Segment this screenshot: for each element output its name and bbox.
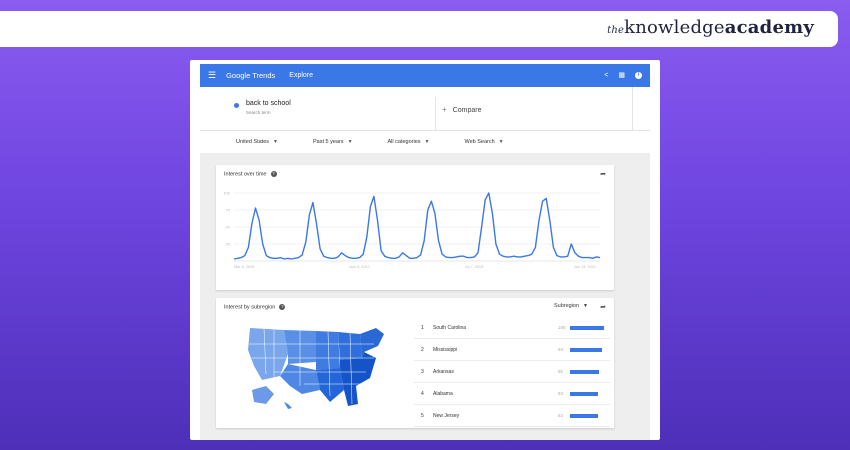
region-bar (570, 348, 602, 352)
filter-search-type[interactable]: Web Search ▼ (465, 139, 504, 145)
search-term-box[interactable]: back to school Search term (226, 97, 436, 131)
filter-bar: United States ▼ Past 5 years ▼ All categor… (200, 131, 650, 153)
card-title: Interest over time? (224, 171, 277, 177)
brand-prefix: the (607, 25, 625, 36)
region-name: Mississippi (433, 347, 458, 353)
us-map[interactable] (244, 324, 394, 412)
google-trends-logo[interactable]: Google Trends (226, 71, 275, 80)
region-bar (570, 326, 604, 330)
y-tick-label: 50 (226, 225, 231, 230)
x-tick-label: Jun 13, 2021 (574, 265, 596, 269)
share-icon[interactable]: < (604, 72, 608, 79)
help-icon[interactable]: ? (279, 304, 286, 310)
interest-over-time-title: Interest over time (224, 171, 267, 178)
filter-search-type-label: Web Search (464, 139, 495, 145)
rank-number: 4 (421, 391, 424, 397)
rank-number: 2 (421, 347, 424, 353)
region-value: 83 (558, 413, 564, 418)
subregion-dropdown-label: Subregion (553, 303, 580, 309)
caret-down-icon: ▼ (347, 139, 353, 145)
subregion-dropdown[interactable]: Subregion ▼ (554, 303, 588, 309)
caret-down-icon: ▼ (424, 139, 430, 145)
rank-number: 3 (421, 369, 424, 375)
caret-down-icon: ▼ (273, 139, 278, 145)
interest-by-subregion-card: Interest by subregion? Subregion ▼ ➦ 1 So… (216, 298, 614, 428)
rank-number: 1 (421, 325, 424, 331)
region-value: 93 (558, 347, 564, 352)
filter-category-label: All categories (387, 139, 421, 145)
trends-header: ☰ Google Trends Explore < ▦ i (200, 64, 650, 87)
brand-word1: knowledge (624, 17, 725, 38)
region-name: New Jersey (433, 413, 460, 419)
brand-logo[interactable]: theknowledgeacademy (607, 17, 814, 38)
region-value: 100 (558, 325, 566, 330)
compare-label: Compare (452, 107, 482, 114)
share-icon[interactable]: ➦ (600, 170, 606, 178)
map-region-southeast (340, 352, 376, 406)
region-bar (570, 370, 599, 374)
list-item[interactable]: 3 Arkansas 85 (414, 361, 610, 383)
region-name: South Carolina (433, 325, 467, 331)
region-bar (570, 392, 599, 396)
interest-by-subregion-title: Interest by subregion (224, 304, 276, 311)
rank-number: 5 (421, 413, 424, 419)
filter-time-range[interactable]: Past 5 years ▼ (313, 139, 353, 145)
filter-time-label: Past 5 years (312, 139, 344, 145)
plus-icon: + (442, 105, 447, 114)
map-region-hawaii (284, 402, 292, 409)
caret-down-icon: ▼ (498, 139, 504, 145)
trends-screenshot: ☰ Google Trends Explore < ▦ i back to sc… (190, 60, 660, 440)
interest-over-time-card: Interest over time? ➦ 100 75 50 25 Mar 6, 20… (216, 165, 614, 290)
y-tick-label: 75 (226, 208, 231, 213)
interest-line-chart: 100 75 50 25 Mar 6, 2016 Nov 5, 2017 Jul 7, 20… (223, 191, 601, 269)
filter-category[interactable]: All categories ▼ (388, 139, 430, 145)
page-title: Explore (289, 72, 314, 79)
series-color-dot (234, 103, 239, 108)
list-item[interactable]: 5 New Jersey 83 (414, 405, 610, 427)
region-name: Arkansas (433, 369, 454, 375)
map-region-south-central (316, 368, 344, 402)
region-name: Alabama (433, 391, 453, 397)
region-bar (570, 414, 599, 418)
apps-grid-icon[interactable]: ▦ (618, 72, 625, 79)
share-icon[interactable]: ➦ (600, 303, 606, 311)
account-icon[interactable]: i (635, 72, 642, 79)
list-item[interactable]: 2 Mississippi 93 (414, 339, 610, 361)
search-row: back to school Search term + Compare (200, 87, 650, 131)
filter-location[interactable]: United States ▼ (236, 139, 278, 145)
series-line (233, 192, 601, 260)
region-value: 85 (558, 369, 564, 374)
divider (632, 87, 633, 131)
search-term-label: back to school (246, 100, 291, 107)
search-term-type: Search term (246, 110, 271, 115)
brand-bar: theknowledgeacademy (0, 11, 838, 47)
brand-word2: academy (724, 17, 814, 38)
y-tick-label: 25 (226, 242, 231, 247)
filter-location-label: United States (236, 139, 270, 145)
card-title: Interest by subregion? (224, 304, 286, 311)
caret-down-icon: ▼ (583, 303, 588, 309)
y-tick-label: 100 (223, 191, 230, 196)
subregion-ranking-list: 1 South Carolina 100 2 Mississippi 93 3 … (414, 317, 610, 427)
map-region-alaska (252, 386, 274, 404)
list-item[interactable]: 1 South Carolina 100 (414, 317, 610, 339)
x-tick-label: Nov 5, 2017 (349, 265, 369, 269)
x-tick-label: Jul 7, 2019 (465, 265, 484, 269)
list-item[interactable]: 4 Alabama 83 (414, 383, 610, 405)
x-tick-label: Mar 6, 2016 (234, 265, 254, 269)
help-icon[interactable]: ? (270, 171, 277, 177)
menu-icon[interactable]: ☰ (208, 70, 216, 81)
region-value: 83 (558, 391, 564, 396)
compare-button[interactable]: + Compare (442, 105, 481, 114)
